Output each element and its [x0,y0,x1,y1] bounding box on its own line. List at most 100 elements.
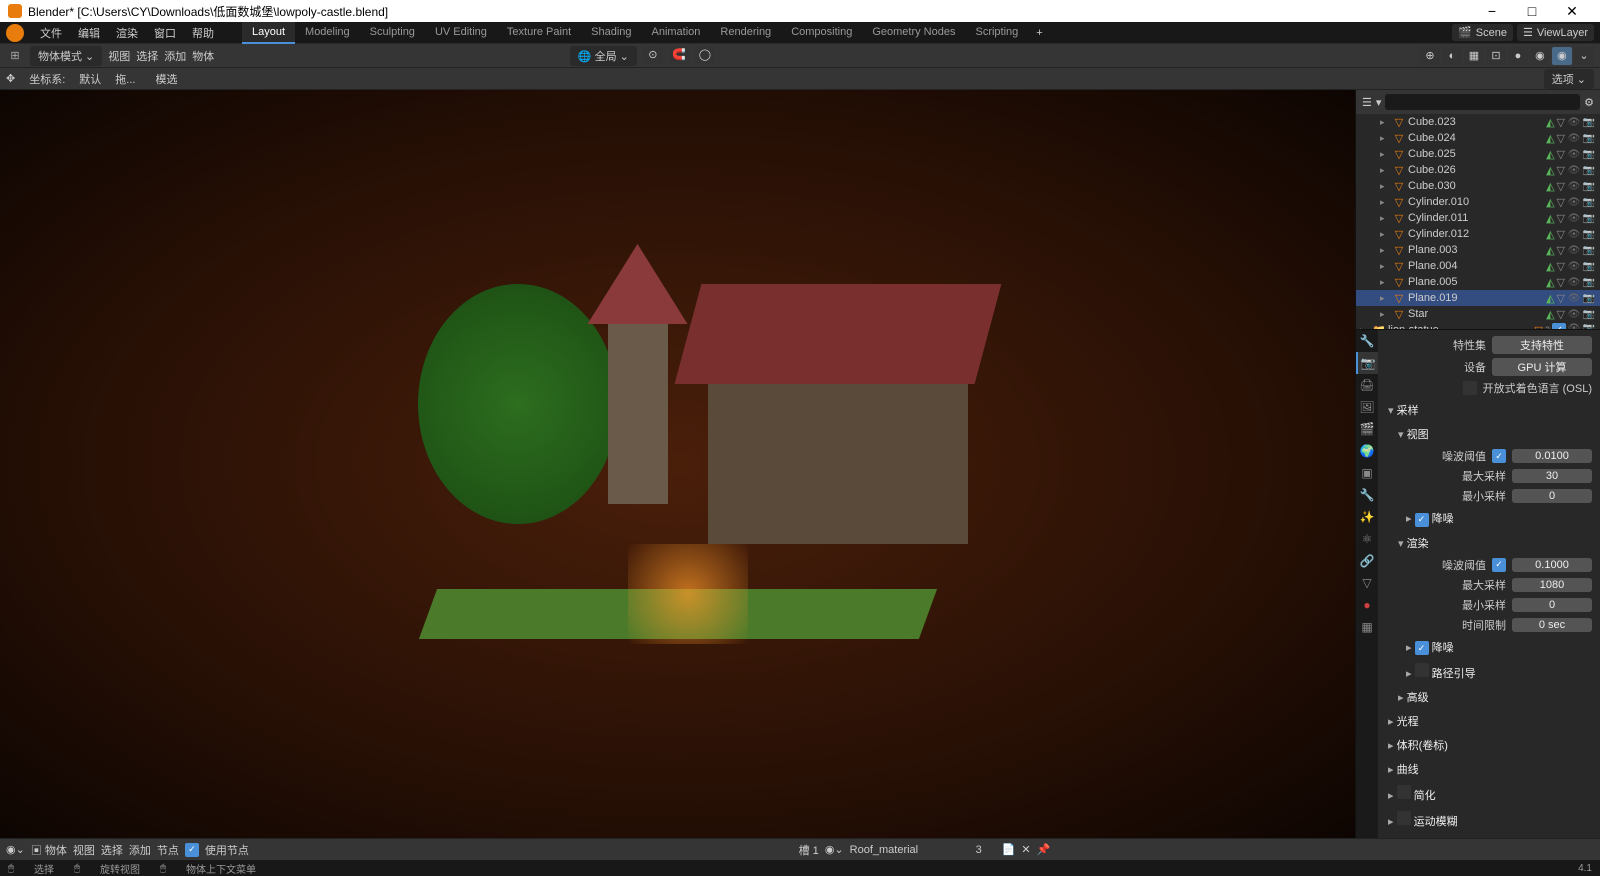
visibility-icon[interactable]: 👁 [1567,323,1581,330]
noise-checkbox-2[interactable]: ✓ [1492,558,1506,572]
use-nodes-checkbox[interactable]: ✓ [185,843,199,857]
workspace-tab-uv-editing[interactable]: UV Editing [425,22,497,44]
shading-rendered-icon[interactable]: ◉ [1552,47,1572,65]
menu-help[interactable]: 帮助 [184,25,222,41]
expand-icon[interactable]: ▸ [1380,229,1390,240]
menu-file[interactable]: 文件 [32,25,70,41]
outliner-collection-row[interactable]: ▸ 📁 lion-statue ▽ 2 ✓ 👁 📷 [1356,322,1600,330]
shading-matprev-icon[interactable]: ◉ [1530,47,1550,65]
props-tab-world[interactable]: 🌍 [1356,440,1378,462]
options-button[interactable]: 选项 ⌄ [1544,69,1594,89]
visibility-icon[interactable]: 👁 [1567,181,1581,192]
visibility-icon[interactable]: 👁 [1567,213,1581,224]
visibility-icon[interactable]: 👁 [1567,245,1581,256]
orientation-dropdown[interactable]: 🌐 全局 ⌄ [570,46,637,66]
outliner-row[interactable]: ▸ ▽ Cylinder.012 ◭ ▽ 👁 📷 [1356,226,1600,242]
visibility-icon[interactable]: 👁 [1567,309,1581,320]
shading-wireframe-icon[interactable]: ⊡ [1486,47,1506,65]
section-light-paths[interactable]: 光程 [1382,709,1596,733]
min-samples-value-1[interactable]: 0 [1512,489,1592,503]
shading-options-icon[interactable]: ⌄ [1574,47,1594,65]
xray-icon[interactable]: ▦ [1464,47,1484,65]
overlay-icon[interactable]: ◐ [1442,47,1462,65]
visibility-icon[interactable]: 👁 [1567,133,1581,144]
node-object-dropdown[interactable]: ▣ 物体 [31,842,67,858]
maximize-button[interactable]: □ [1512,3,1552,19]
props-tab-data[interactable]: ▽ [1356,572,1378,594]
mode-select-label[interactable]: 模选 [149,71,183,87]
menu-render[interactable]: 渲染 [108,25,146,41]
exclude-checkbox[interactable]: ✓ [1552,323,1566,330]
outliner-row[interactable]: ▸ ▽ Plane.019 ◭ ▽ 👁 📷 [1356,290,1600,306]
props-tab-output[interactable]: 🖨 [1356,374,1378,396]
outliner-row[interactable]: ▸ ▽ Cube.023 ◭ ▽ 👁 📷 [1356,114,1600,130]
props-tab-material[interactable]: ● [1356,594,1378,616]
render-icon[interactable]: 📷 [1582,149,1596,160]
render-icon[interactable]: 📷 [1582,323,1596,330]
material-users[interactable]: 3 [976,844,996,856]
material-name[interactable]: Roof_material [850,844,970,856]
props-tab-modifier[interactable]: 🔧 [1356,484,1378,506]
visibility-icon[interactable]: 👁 [1567,117,1581,128]
props-tab-texture[interactable]: ▦ [1356,616,1378,638]
outliner-row[interactable]: ▸ ▽ Star ◭ ▽ 👁 📷 [1356,306,1600,322]
noise-value-1[interactable]: 0.0100 [1512,449,1592,463]
section-render[interactable]: 渲染 [1382,531,1596,555]
section-curves[interactable]: 曲线 [1382,757,1596,781]
outliner-filter-icon[interactable]: ⚙ [1584,96,1594,109]
viewport-3d[interactable] [0,90,1355,838]
workspace-tab-texture-paint[interactable]: Texture Paint [497,22,581,44]
proportional-icon[interactable]: ◯ [695,46,715,64]
time-limit-value[interactable]: 0 sec [1512,618,1592,632]
material-pin-icon[interactable]: 📌 [1037,843,1051,856]
workspace-tab-geometry-nodes[interactable]: Geometry Nodes [862,22,965,44]
move-tool-icon[interactable]: ✥ [6,72,15,85]
expand-icon[interactable]: ▸ [1380,197,1390,208]
props-tab-tool[interactable]: 🔧 [1356,330,1378,352]
props-tab-constraint[interactable]: 🔗 [1356,550,1378,572]
visibility-icon[interactable]: 👁 [1567,229,1581,240]
device-value[interactable]: GPU 计算 [1492,358,1592,376]
visibility-icon[interactable]: 👁 [1567,149,1581,160]
section-volumes[interactable]: 体积(卷标) [1382,733,1596,757]
props-tab-object[interactable]: ▣ [1356,462,1378,484]
props-tab-physics[interactable]: ⚛ [1356,528,1378,550]
render-icon[interactable]: 📷 [1582,277,1596,288]
expand-icon[interactable]: ▸ [1380,133,1390,144]
snap-icon[interactable]: 🧲 [669,46,689,64]
section-film[interactable]: 胶片 [1382,833,1596,838]
section-advanced[interactable]: 高级 [1382,685,1596,709]
max-samples-value-2[interactable]: 1080 [1512,578,1592,592]
blender-logo-icon[interactable] [6,24,24,42]
render-icon[interactable]: 📷 [1582,213,1596,224]
section-sampling[interactable]: 采样 [1382,398,1596,422]
section-viewport[interactable]: 视图 [1382,422,1596,446]
node-node[interactable]: 节点 [157,842,179,858]
workspace-tab-animation[interactable]: Animation [642,22,711,44]
render-icon[interactable]: 📷 [1582,293,1596,304]
menu-window[interactable]: 窗口 [146,25,184,41]
workspace-tab-modeling[interactable]: Modeling [295,22,360,44]
slot-dropdown[interactable]: 槽 1 [799,842,819,858]
outliner-display-icon[interactable]: ▾ [1376,96,1382,109]
section-denoise-2[interactable]: ✓ 降噪 [1382,635,1596,660]
editor-type-icon[interactable]: ◉⌄ [6,843,25,856]
outliner-search[interactable] [1385,94,1580,110]
editor-type-icon[interactable]: ⊞ [6,47,24,65]
material-new-icon[interactable]: 📄 [1002,843,1016,856]
expand-icon[interactable]: ▸ [1380,293,1390,304]
outliner-row[interactable]: ▸ ▽ Cube.024 ◭ ▽ 👁 📷 [1356,130,1600,146]
section-path-guiding[interactable]: 路径引导 [1382,659,1596,685]
workspace-tab-scripting[interactable]: Scripting [965,22,1028,44]
props-tab-render[interactable]: 📷 [1356,352,1378,374]
render-icon[interactable]: 📷 [1582,309,1596,320]
render-icon[interactable]: 📷 [1582,117,1596,128]
workspace-tab-compositing[interactable]: Compositing [781,22,862,44]
render-icon[interactable]: 📷 [1582,181,1596,192]
outliner-row[interactable]: ▸ ▽ Cylinder.011 ◭ ▽ 👁 📷 [1356,210,1600,226]
outliner-row[interactable]: ▸ ▽ Cylinder.010 ◭ ▽ 👁 📷 [1356,194,1600,210]
visibility-icon[interactable]: 👁 [1567,293,1581,304]
material-unlink-icon[interactable]: ✕ [1021,843,1030,856]
workspace-tab-layout[interactable]: Layout [242,22,295,44]
expand-icon[interactable]: ▸ [1380,165,1390,176]
